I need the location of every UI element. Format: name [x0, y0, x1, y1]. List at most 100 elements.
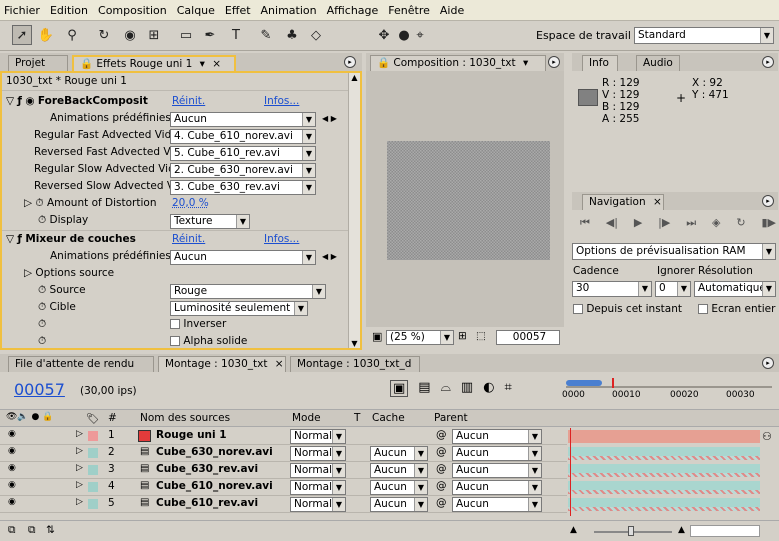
- eye-icon[interactable]: ◉: [8, 480, 16, 490]
- table-row[interactable]: ◉ ▷ 5 ▤ Cube_610_rev.avi Normal ▼ Aucun ▼ …: [0, 496, 567, 513]
- alpha-checkbox[interactable]: [170, 336, 180, 346]
- expand-triangle-icon[interactable]: ▽: [6, 233, 14, 245]
- graph-editor-icon[interactable]: ⌗: [505, 380, 512, 397]
- tab-dropdown-icon[interactable]: ▾: [200, 58, 205, 70]
- pickwhip-icon[interactable]: @: [436, 429, 447, 441]
- label-color-swatch[interactable]: [88, 499, 98, 509]
- tab-composition[interactable]: 🔒 Composition : 1030_txt ▾: [370, 55, 546, 71]
- table-row[interactable]: ◉ ▷ 3 ▤ Cube_630_rev.avi Normal ▼ Aucun ▼ …: [0, 462, 567, 479]
- clone-stamp-tool-icon[interactable]: ♣: [282, 25, 302, 45]
- tab-info[interactable]: Info: [582, 55, 618, 71]
- label-color-swatch[interactable]: [88, 482, 98, 492]
- mode-select[interactable]: Normal ▼: [290, 497, 346, 512]
- effects-scrollbar[interactable]: ▲ ▼: [348, 73, 360, 348]
- effect1-row[interactable]: ▽ ƒ ◉ ForeBackComposit: [6, 93, 148, 110]
- cache-select[interactable]: Aucun ▼: [370, 497, 428, 512]
- panel-menu-icon[interactable]: ▸: [762, 357, 774, 369]
- composition-viewer[interactable]: [366, 71, 564, 327]
- effect2-presets-select[interactable]: Aucun ▼: [170, 250, 316, 265]
- effect2-info[interactable]: Infos...: [264, 231, 299, 248]
- tab-project[interactable]: Projet: [8, 55, 68, 71]
- target-select[interactable]: Luminosité seulement ▼: [170, 301, 308, 316]
- ram-options-select[interactable]: Options de prévisualisation RAM ▼: [572, 243, 776, 260]
- prev-frame-icon[interactable]: ◀|: [606, 216, 618, 232]
- col-source[interactable]: Nom des sources: [140, 412, 230, 424]
- panel-menu-icon[interactable]: ▸: [762, 195, 774, 207]
- menu-effet[interactable]: Effet: [225, 4, 251, 17]
- skip-select[interactable]: 0 ▼: [655, 281, 691, 297]
- mode-select[interactable]: Normal ▼: [290, 480, 346, 495]
- expand-triangle-icon[interactable]: ▽: [6, 95, 14, 107]
- axis-mode-icon[interactable]: ✥: [374, 25, 394, 45]
- param-select[interactable]: 2. Cube_630_norev.avi ▼: [170, 163, 316, 178]
- ram-preview-icon[interactable]: ▮▶: [761, 216, 776, 232]
- menu-fenetre[interactable]: Fenêtre: [388, 4, 430, 17]
- display-select[interactable]: Texture ▼: [170, 214, 250, 229]
- param-select[interactable]: 5. Cube_610_rev.avi ▼: [170, 146, 316, 161]
- current-time-marker[interactable]: [612, 378, 614, 388]
- rotate-tool-icon[interactable]: ↻: [94, 25, 114, 45]
- first-frame-icon[interactable]: ⏮: [580, 216, 590, 232]
- next-frame-icon[interactable]: |▶: [658, 216, 670, 232]
- monitor-icon[interactable]: ▣: [372, 330, 382, 343]
- loop-icon[interactable]: ↻: [736, 216, 745, 232]
- frame-blending-icon[interactable]: ▥: [461, 380, 473, 397]
- cache-select[interactable]: Aucun ▼: [370, 446, 428, 461]
- cache-select[interactable]: Aucun ▼: [370, 480, 428, 495]
- tab-navigation[interactable]: Navigation ×: [582, 194, 664, 210]
- zoom-select[interactable]: (25 %) ▼: [386, 330, 454, 345]
- eye-icon[interactable]: ◉: [8, 463, 16, 473]
- rectangle-mask-tool-icon[interactable]: ▭: [176, 25, 196, 45]
- text-tool-icon[interactable]: T: [226, 25, 246, 45]
- parent-select[interactable]: Aucun ▼: [452, 463, 542, 478]
- layer-name[interactable]: Cube_610_norev.avi: [156, 480, 273, 492]
- tab-montage-1[interactable]: Montage : 1030_txt ×: [158, 356, 286, 372]
- eraser-tool-icon[interactable]: ◇: [306, 25, 326, 45]
- layer-name[interactable]: Cube_610_rev.avi: [156, 497, 258, 509]
- menu-composition[interactable]: Composition: [98, 4, 167, 17]
- pen-tool-icon[interactable]: ✒: [200, 25, 220, 45]
- parent-select[interactable]: Aucun ▼: [452, 446, 542, 461]
- tab-audio[interactable]: Audio: [636, 55, 680, 71]
- menu-aide[interactable]: Aide: [440, 4, 464, 17]
- camera-orbit-tool-icon[interactable]: ◉: [120, 25, 140, 45]
- effect1-presets-select[interactable]: Aucun ▼: [170, 112, 316, 127]
- comp-nesting-icon[interactable]: ⚇: [762, 430, 772, 443]
- eye-icon[interactable]: ◉: [8, 446, 16, 456]
- effect1-reset[interactable]: Réinit.: [172, 93, 205, 110]
- label-color-swatch[interactable]: [88, 448, 98, 458]
- zoom-tool-icon[interactable]: ⚲: [62, 25, 82, 45]
- cadence-select[interactable]: 30 ▼: [572, 281, 652, 297]
- menu-calque[interactable]: Calque: [177, 4, 215, 17]
- parent-select[interactable]: Aucun ▼: [452, 429, 542, 444]
- effect1-info[interactable]: Infos...: [264, 93, 299, 110]
- expand-modes-icon[interactable]: ⧉: [28, 524, 36, 537]
- grid-icon[interactable]: ⊞: [458, 330, 467, 342]
- expand-switches-icon[interactable]: ⧉: [8, 524, 16, 537]
- eye-icon[interactable]: ◉: [8, 497, 16, 507]
- horizontal-scrollbar[interactable]: [690, 525, 760, 537]
- mode-select[interactable]: Normal ▼: [290, 429, 346, 444]
- panel-menu-icon[interactable]: ▸: [548, 56, 560, 68]
- tab-render-queue[interactable]: File d'attente de rendu: [8, 356, 154, 372]
- stopwatch-icon[interactable]: ⏱: [38, 333, 46, 350]
- layer-bar[interactable]: [568, 464, 760, 477]
- pickwhip-icon[interactable]: @: [436, 446, 447, 458]
- effect2-reset[interactable]: Réinit.: [172, 231, 205, 248]
- layer-bar[interactable]: [568, 447, 760, 460]
- zoom-out-icon[interactable]: ▲: [570, 525, 577, 535]
- stopwatch-icon[interactable]: ⏱: [38, 301, 46, 313]
- expand-triangle-icon[interactable]: ▷: [76, 446, 83, 456]
- mode-select[interactable]: Normal ▼: [290, 446, 346, 461]
- layer-name[interactable]: Rouge uni 1: [156, 429, 227, 441]
- eye-icon[interactable]: ◉: [8, 429, 16, 439]
- hand-tool-icon[interactable]: ✋: [36, 25, 56, 45]
- parent-select[interactable]: Aucun ▼: [452, 480, 542, 495]
- panel-menu-icon[interactable]: ▸: [762, 56, 774, 68]
- close-icon[interactable]: ×: [275, 358, 284, 370]
- full-screen-checkbox[interactable]: [698, 304, 708, 314]
- invert-checkbox[interactable]: [170, 319, 180, 329]
- motion-blur-icon[interactable]: ◐: [483, 380, 494, 397]
- layer-bar[interactable]: [568, 498, 760, 511]
- stopwatch-icon[interactable]: ⏱: [35, 197, 43, 209]
